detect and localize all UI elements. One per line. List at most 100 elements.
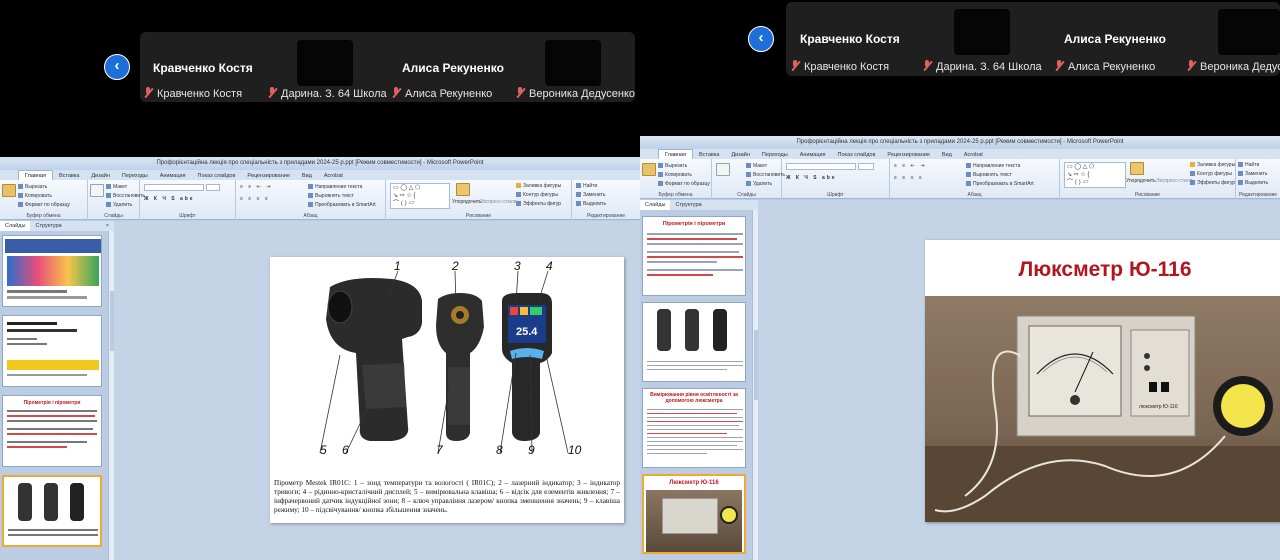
quick-styles-button[interactable]: Экспресс-стили [480, 199, 517, 205]
align-text-button[interactable]: Выровнять текст [966, 172, 1012, 178]
device-screen-value: 25.4 [516, 326, 538, 338]
tab-outline[interactable]: Структура [30, 221, 66, 231]
copy-button[interactable]: Копировать [18, 193, 52, 199]
font-size-combo[interactable] [206, 184, 220, 191]
layout-button[interactable]: Макет [746, 163, 767, 169]
delete-button[interactable]: Удалить [746, 181, 772, 187]
slide-thumbnail[interactable]: Пірометрія і пірометри [642, 216, 746, 296]
paste-icon[interactable] [2, 184, 16, 197]
replace-button[interactable]: Заменить [1238, 171, 1267, 177]
back-button-left[interactable]: ‹ [104, 54, 130, 80]
find-button[interactable]: Найти [576, 183, 597, 189]
align-text-icon [966, 172, 971, 177]
callout-number: 3 [514, 259, 521, 273]
shape-fill-button[interactable]: Заливка фигуры [1190, 162, 1235, 168]
slide-thumbnail[interactable] [2, 235, 102, 307]
copy-icon [658, 172, 663, 177]
pane-tabs: Слайды Структура [640, 200, 758, 210]
muted-participant[interactable]: Кравченко Костя [143, 87, 242, 100]
smartart-button[interactable]: Преобразовать в SmartArt [308, 202, 376, 208]
mic-off-icon [515, 87, 525, 98]
slide-thumbnail[interactable] [2, 315, 102, 387]
select-button[interactable]: Выделить [576, 201, 606, 207]
callout-number: 1 [394, 259, 401, 273]
participant-video-tile[interactable] [545, 40, 601, 86]
tab-slides[interactable]: Слайды [640, 200, 671, 210]
align-buttons[interactable]: ≡ ≡ ≡ ≡ [240, 196, 270, 202]
new-slide-icon[interactable] [716, 163, 730, 176]
arrange-icon[interactable] [1130, 162, 1144, 175]
find-button[interactable]: Найти [1238, 162, 1259, 168]
quick-styles-button[interactable]: Экспресс-стили [1156, 178, 1193, 184]
align-text-button[interactable]: Выровнять текст [308, 193, 354, 199]
list-buttons[interactable]: ≡ ≡ ⇤ ⇥ [240, 184, 272, 190]
font-size-combo[interactable] [858, 163, 874, 170]
text-direction-button[interactable]: Направление текста [308, 184, 362, 190]
slide-thumbnail[interactable]: Пірометрія і пірометри [2, 395, 102, 467]
smartart-icon [966, 181, 971, 186]
cut-button[interactable]: Вырезать [658, 163, 687, 169]
layout-icon [746, 163, 751, 168]
list-buttons[interactable]: ≡ ≡ ⇤ ⇥ [894, 163, 926, 169]
slide-thumbnail-selected[interactable]: Люксметр Ю-116 [642, 474, 746, 554]
muted-participant[interactable]: Дарина. З. 64 Школа [922, 60, 1042, 73]
shapes-gallery[interactable]: ▭ ◯ △ ⬠ ↘ ⇨ ☆ {⌒ ⟨ ⟩ ▱ [390, 183, 450, 209]
reset-button[interactable]: Восстановить [746, 172, 785, 178]
muted-participant[interactable]: Дарина. З. 64 Школа [267, 87, 387, 100]
paste-icon[interactable] [642, 163, 656, 176]
participant-video-tile[interactable] [954, 9, 1010, 55]
arrange-button[interactable]: Упорядочить [1126, 178, 1156, 184]
pyrometer-images: 25.4 [319, 270, 569, 454]
font-format-buttons[interactable]: Ж К Ч S abe [786, 175, 837, 181]
new-slide-icon[interactable] [90, 184, 104, 197]
find-icon [576, 183, 581, 188]
text-direction-button[interactable]: Направление текста [966, 163, 1020, 169]
back-button-right[interactable]: ‹ [748, 26, 774, 52]
slide-caption: Пірометр Mestek IR01C: 1 – зонд температ… [274, 479, 620, 514]
format-painter-button[interactable]: Формат по образцу [658, 181, 710, 187]
callout-number: 5 [320, 443, 327, 457]
current-slide[interactable]: Люксметр Ю-116 люксметр Ю-116 [925, 240, 1280, 522]
muted-participant[interactable]: Вероника Дедусенко [515, 87, 635, 100]
shape-effects-button[interactable]: Эффекты фигур [1190, 180, 1235, 186]
shape-fill-button[interactable]: Заливка фигуры [516, 183, 561, 189]
effects-icon [1190, 180, 1195, 185]
current-slide[interactable]: 25.4 1 2 3 4 5 6 7 8 9 10 Пірометр Meste… [270, 257, 624, 523]
muted-participant[interactable]: Алиса Рекуненко [1054, 60, 1155, 73]
cut-button[interactable]: Вырезать [18, 184, 47, 190]
screen: ‹ Кравченко Костя Алиса Рекуненко Кравче… [0, 0, 1280, 560]
align-buttons[interactable]: ≡ ≡ ≡ ≡ [894, 175, 924, 181]
muted-participant[interactable]: Вероника Дедусе [1186, 60, 1280, 73]
ribbon-tabs: Главная Вставка Дизайн Переходы Анимация Пока… [0, 170, 640, 181]
replace-button[interactable]: Заменить [576, 192, 605, 198]
slide-thumbnail[interactable]: Вимірювання рівня освітленості за допомо… [642, 388, 746, 468]
callout-number: 8 [496, 443, 503, 457]
layout-button[interactable]: Макет [106, 184, 127, 190]
tab-outline[interactable]: Структура [670, 200, 706, 210]
format-painter-button[interactable]: Формат по образцу [18, 202, 70, 208]
shape-outline-button[interactable]: Контур фигуры [1190, 171, 1232, 177]
tab-slides[interactable]: Слайды [0, 221, 31, 231]
close-pane-icon[interactable]: × [101, 221, 114, 231]
callout-number: 10 [568, 443, 582, 457]
font-name-combo[interactable] [144, 184, 204, 191]
font-format-buttons[interactable]: Ж К Ч S abe [144, 196, 195, 202]
select-button[interactable]: Выделить [1238, 180, 1268, 186]
copy-icon [18, 193, 23, 198]
shapes-gallery[interactable]: ▭ ◯ △ ⬠ ↘ ⇨ ☆ {⌒ ⟨ ⟩ ▱ [1064, 162, 1126, 188]
group-font: Ж К Ч S abe Шрифт [140, 180, 236, 220]
shape-outline-button[interactable]: Контур фигуры [516, 192, 558, 198]
slide-thumbnail[interactable] [642, 302, 746, 382]
muted-participant[interactable]: Кравченко Костя [790, 60, 889, 73]
arrange-icon[interactable] [456, 183, 470, 196]
font-name-combo[interactable] [786, 163, 856, 170]
participant-video-tile[interactable] [297, 40, 353, 86]
delete-button[interactable]: Удалить [106, 202, 132, 208]
slide-thumbnail-selected[interactable] [2, 475, 102, 547]
smartart-button[interactable]: Преобразовать в SmartArt [966, 181, 1034, 187]
shape-effects-button[interactable]: Эффекты фигур [516, 201, 561, 207]
muted-participant[interactable]: Алиса Рекуненко [391, 87, 492, 100]
participant-video-tile[interactable] [1218, 9, 1280, 55]
arrange-button[interactable]: Упорядочить [452, 199, 482, 205]
copy-button[interactable]: Копировать [658, 172, 692, 178]
